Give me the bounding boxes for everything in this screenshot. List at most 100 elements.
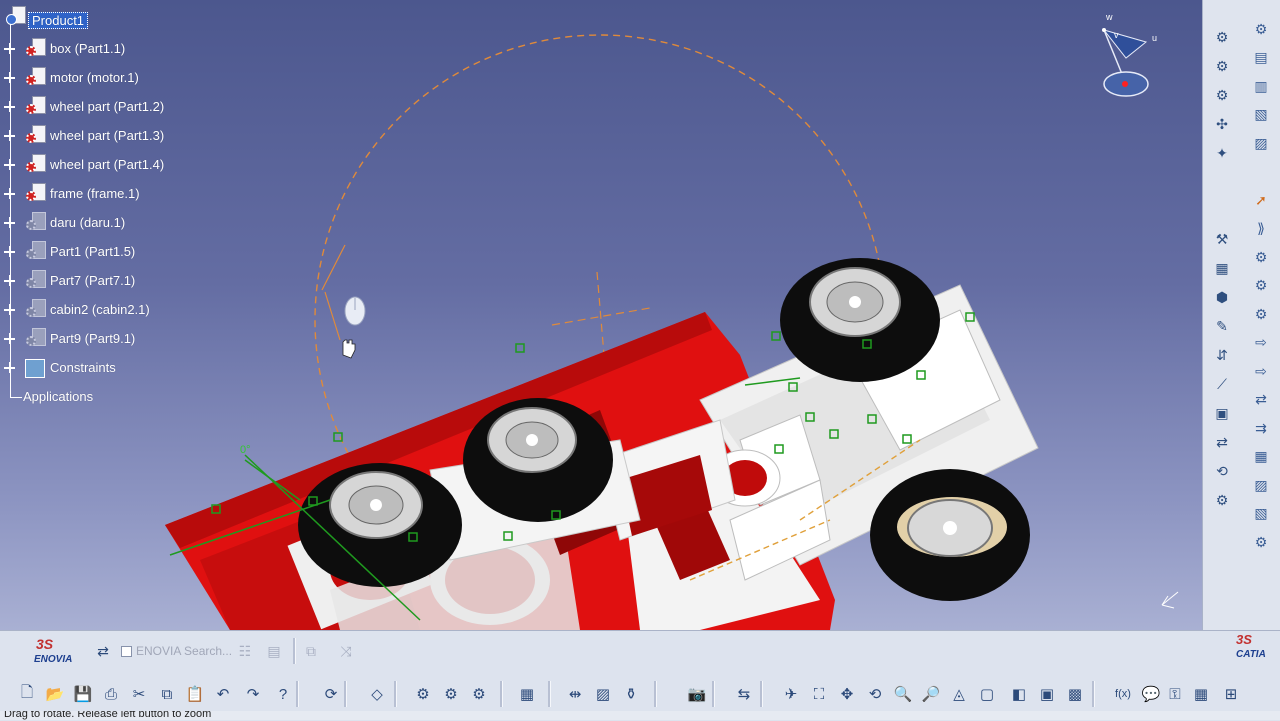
table-icon[interactable]: ▦ <box>1190 683 1212 705</box>
gray-tool-icon[interactable]: ⧉ <box>300 640 322 662</box>
toolbar-tool-icon[interactable]: ⟫ <box>1250 218 1272 240</box>
existing-component-icon[interactable]: ⚙ <box>468 683 490 705</box>
toolbar-tool-icon[interactable]: ⚙ <box>1250 303 1272 325</box>
tree-icon[interactable]: ⊞ <box>1220 683 1242 705</box>
capture-icon[interactable]: 📷 <box>686 683 708 705</box>
angle-icon[interactable]: ▦ <box>1211 257 1233 279</box>
measure-icon[interactable]: ⟋ <box>1211 373 1233 395</box>
tree-item[interactable]: Part7 (Part7.1) <box>0 270 220 292</box>
tree-item[interactable]: box (Part1.1) <box>0 38 220 60</box>
expand-icon[interactable] <box>4 101 15 112</box>
shading-icon[interactable]: ◧ <box>1008 683 1030 705</box>
tree-item[interactable]: Part1 (Part1.5) <box>0 241 220 263</box>
tree-item[interactable]: daru (daru.1) <box>0 212 220 234</box>
tree-applications-label[interactable]: Applications <box>23 389 93 404</box>
tree-item[interactable]: cabin2 (cabin2.1) <box>0 299 220 321</box>
toolbar-tool-icon[interactable]: ⇄ <box>1250 389 1272 411</box>
open-file-icon[interactable]: 📂 <box>44 683 66 705</box>
formula-icon[interactable]: f(x) <box>1112 683 1134 705</box>
zoom-out-icon[interactable]: 🔎 <box>920 683 942 705</box>
expand-icon[interactable] <box>4 333 15 344</box>
swap-icon[interactable]: ⇄ <box>1211 431 1233 453</box>
expand-icon[interactable] <box>4 362 15 373</box>
enovia-search-field[interactable]: ENOVIA Search... <box>136 644 232 658</box>
measure-item-icon[interactable]: ▨ <box>592 683 614 705</box>
toolbar-tool-icon[interactable]: ▤ <box>1250 47 1272 69</box>
compass-widget[interactable]: w v u <box>1092 8 1172 104</box>
update-icon[interactable]: ▣ <box>1211 402 1233 424</box>
multi-instantiate-icon[interactable]: ▦ <box>516 683 538 705</box>
toolbar-tool-icon[interactable]: ▧ <box>1250 503 1272 525</box>
generate-bom-icon[interactable]: ⇆ <box>733 683 755 705</box>
tree-root-icon[interactable] <box>6 6 26 26</box>
fix-together-icon[interactable]: ⚙ <box>1211 84 1233 106</box>
offset-icon[interactable]: ⚒ <box>1211 228 1233 250</box>
toolbar-tool-icon[interactable]: ▨ <box>1250 474 1272 496</box>
copy-icon[interactable]: ⧉ <box>156 683 178 705</box>
expand-icon[interactable] <box>4 130 15 141</box>
settings-icon[interactable]: ⚙ <box>1211 489 1233 511</box>
3d-viewport[interactable]: 0° Product1 box (Part1.1) motor (motor.1… <box>0 0 1202 630</box>
toolbar-tool-icon[interactable]: ⚙ <box>1250 275 1272 297</box>
tree-item[interactable]: motor (motor.1) <box>0 67 220 89</box>
fix-icon[interactable]: ⚙ <box>1211 55 1233 77</box>
toolbar-tool-icon[interactable]: ▦ <box>1250 446 1272 468</box>
zoom-in-icon[interactable]: 🔍 <box>892 683 914 705</box>
tree-item[interactable]: wheel part (Part1.2) <box>0 96 220 118</box>
undo-icon[interactable]: ↶ <box>212 683 234 705</box>
rotate-icon[interactable]: ⟲ <box>864 683 886 705</box>
coincidence-icon[interactable]: ✣ <box>1211 113 1233 135</box>
expand-icon[interactable] <box>4 275 15 286</box>
expand-icon[interactable] <box>4 188 15 199</box>
tree-item[interactable]: wheel part (Part1.3) <box>0 125 220 147</box>
expand-icon[interactable] <box>4 43 15 54</box>
contact-icon[interactable]: ✦ <box>1211 142 1233 164</box>
toolbar-tool-icon[interactable]: ▥ <box>1250 75 1272 97</box>
fly-mode-icon[interactable]: ✈ <box>780 683 802 705</box>
toolbar-tool-icon[interactable]: ▨ <box>1250 132 1272 154</box>
lock-icon[interactable]: ⚿ <box>1164 683 1186 705</box>
rotate-icon[interactable]: ⟲ <box>1211 460 1233 482</box>
paste-icon[interactable]: 📋 <box>184 683 206 705</box>
search-options-icon[interactable]: ☷ <box>234 640 256 662</box>
gray-link-icon[interactable]: ⤨ <box>335 640 357 662</box>
toolbar-tool-icon[interactable]: ▧ <box>1250 104 1272 126</box>
tree-item[interactable]: wheel part (Part1.4) <box>0 154 220 176</box>
manipulate-icon[interactable]: ⬢ <box>1211 286 1233 308</box>
measure-inertia-icon[interactable]: ⚱ <box>620 683 642 705</box>
redo-icon[interactable]: ↷ <box>242 683 264 705</box>
product-icon[interactable]: ⚙ <box>412 683 434 705</box>
pan-icon[interactable]: ✥ <box>836 683 858 705</box>
component-icon[interactable]: ⚙ <box>440 683 462 705</box>
toolbar-tool-icon[interactable]: ⇨ <box>1250 332 1272 354</box>
new-file-icon[interactable]: 🗋 <box>16 683 38 705</box>
expand-icon[interactable] <box>4 304 15 315</box>
toolbar-tool-icon[interactable]: ⚙ <box>1250 18 1272 40</box>
tree-item[interactable]: frame (frame.1) <box>0 183 220 205</box>
sketch-icon[interactable]: ✎ <box>1211 315 1233 337</box>
toolbar-tool-icon[interactable]: ➚ <box>1250 189 1272 211</box>
measure-between-icon[interactable]: ⇹ <box>564 683 586 705</box>
tree-root-label[interactable]: Product1 <box>28 12 89 29</box>
enovia-connect-icon[interactable]: ⇄ <box>92 640 114 662</box>
expand-icon[interactable] <box>4 217 15 228</box>
whats-this-icon[interactable]: ? <box>272 683 294 705</box>
expand-icon[interactable] <box>4 159 15 170</box>
enovia-search-checkbox[interactable] <box>121 646 132 657</box>
update-all-icon[interactable]: ⟳ <box>320 683 342 705</box>
cut-icon[interactable]: ✂ <box>128 683 150 705</box>
swap-space-icon[interactable]: ▩ <box>1064 683 1086 705</box>
save-icon[interactable]: 💾 <box>72 683 94 705</box>
search-results-icon[interactable]: ▤ <box>263 640 285 662</box>
fit-all-icon[interactable]: ⛶ <box>808 683 830 705</box>
toolbar-tool-icon[interactable]: ⇉ <box>1250 417 1272 439</box>
tree-constraints[interactable]: Constraints <box>0 357 200 379</box>
toolbar-tool-icon[interactable]: ⇨ <box>1250 360 1272 382</box>
comment-icon[interactable]: 💬 <box>1140 683 1162 705</box>
toolbar-tool-icon[interactable]: ⚙ <box>1250 246 1272 268</box>
print-icon[interactable]: ⎙ <box>100 683 122 705</box>
snap-icon[interactable]: ⚙ <box>1211 26 1233 48</box>
normal-view-icon[interactable]: ◬ <box>948 683 970 705</box>
iso-view-icon[interactable]: ▢ <box>976 683 998 705</box>
tree-item[interactable]: Part9 (Part9.1) <box>0 328 220 350</box>
